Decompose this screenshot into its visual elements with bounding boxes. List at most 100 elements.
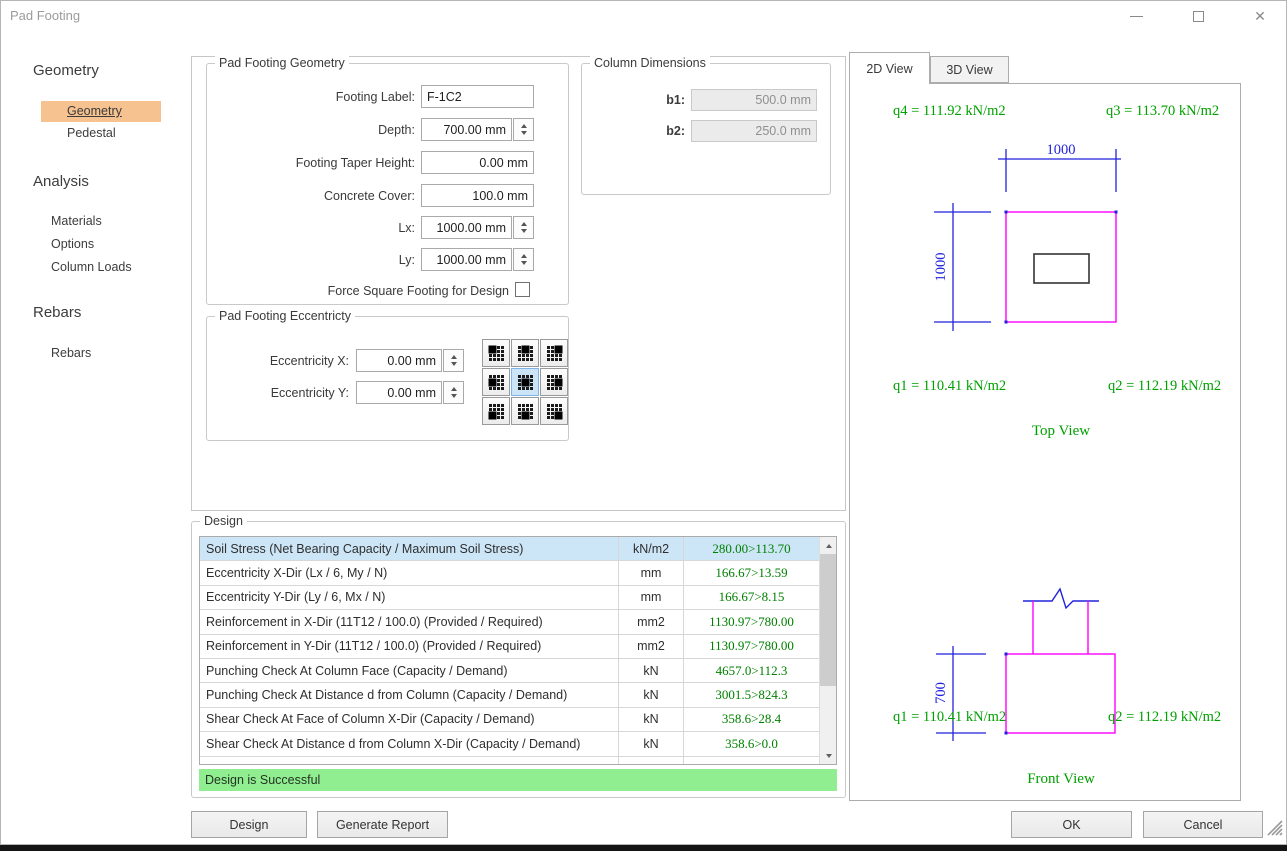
cancel-button[interactable]: Cancel	[1143, 811, 1263, 838]
position-center-button[interactable]	[511, 368, 539, 396]
table-row[interactable]: Eccentricity X-Dir (Lx / 6, My / N) mm 1…	[200, 561, 836, 585]
scrollbar-thumb[interactable]	[820, 554, 837, 686]
design-status-bar: Design is Successful	[199, 769, 837, 791]
depth-stepper[interactable]	[513, 118, 534, 141]
spinner-down-icon	[521, 229, 527, 233]
sidebar-item-column-loads[interactable]: Column Loads	[51, 260, 132, 274]
corner-node	[1115, 211, 1118, 214]
spinner-down-icon	[521, 261, 527, 265]
position-bottom-left-button[interactable]	[482, 397, 510, 425]
eccentricity-y-input[interactable]: 0.00 mm	[356, 381, 442, 404]
b1-input: 500.0 mm	[691, 89, 817, 111]
concrete-cover-label: Concrete Cover:	[206, 189, 415, 203]
table-row[interactable]: Punching Check At Distance d from Column…	[200, 683, 836, 707]
position-bottom-right-button[interactable]	[540, 397, 568, 425]
position-top-center-button[interactable]	[511, 339, 539, 367]
corner-node	[1005, 321, 1008, 324]
table-row[interactable]: Punching Check At Column Face (Capacity …	[200, 659, 836, 683]
sidebar-item-pedestal[interactable]: Pedestal	[67, 126, 116, 140]
table-row[interactable]: Eccentricity Y-Dir (Ly / 6, Mx / N) mm 1…	[200, 586, 836, 610]
position-grid-icon	[517, 345, 534, 362]
eccentricity-x-input[interactable]: 0.00 mm	[356, 349, 442, 372]
sidebar-item-geometry[interactable]: Geometry	[41, 101, 161, 122]
tab-2d-view[interactable]: 2D View	[849, 52, 930, 84]
eccentricity-y-stepper[interactable]	[443, 381, 464, 404]
table-row[interactable]: Shear Check At Distance d from Column X-…	[200, 732, 836, 756]
eccentricity-x-stepper[interactable]	[443, 349, 464, 372]
table-row[interactable]: Shear Check At Face of Column X-Dir (Cap…	[200, 708, 836, 732]
lx-input[interactable]: 1000.00 mm	[421, 216, 512, 239]
position-grid-icon	[546, 345, 563, 362]
position-middle-right-button[interactable]	[540, 368, 568, 396]
screen: Pad Footing ✕ Geometry Geometry Pedestal…	[0, 0, 1287, 851]
position-bottom-center-button[interactable]	[511, 397, 539, 425]
position-grid-icon	[488, 345, 505, 362]
column-outline-top	[1034, 254, 1089, 283]
generate-report-button[interactable]: Generate Report	[317, 811, 448, 838]
position-grid-icon	[488, 374, 505, 391]
top-view-title: Top View	[1032, 423, 1090, 439]
sidebar-item-materials[interactable]: Materials	[51, 214, 102, 228]
position-top-left-button[interactable]	[482, 339, 510, 367]
position-grid-icon	[546, 403, 563, 420]
sidebar-item-label: Geometry	[67, 104, 122, 118]
minimize-button[interactable]	[1113, 1, 1159, 31]
ly-stepper[interactable]	[513, 248, 534, 271]
resize-grip-icon[interactable]	[1266, 819, 1284, 837]
force-square-footing-checkbox[interactable]	[515, 282, 530, 297]
corner-node	[1005, 653, 1008, 656]
spinner-up-icon	[521, 124, 527, 128]
group-title: Pad Footing Geometry	[215, 56, 349, 70]
scrollbar-down-button[interactable]	[820, 747, 837, 764]
2d-view-drawing: q4 = 111.92 kN/m2 q3 = 113.70 kN/m2 1000…	[849, 83, 1239, 799]
status-text: Design is Successful	[205, 773, 320, 787]
dim-depth-label: 700	[933, 682, 949, 704]
sidebar-item-options[interactable]: Options	[51, 237, 94, 251]
eccentricity-x-label: Eccentricity X:	[206, 354, 349, 368]
ok-button[interactable]: OK	[1011, 811, 1132, 838]
footing-outline-front	[1006, 654, 1115, 733]
q1-front-annotation: q1 = 110.41 kN/m2	[893, 709, 1006, 725]
table-row[interactable]: Soil Stress (Net Bearing Capacity / Maxi…	[200, 537, 836, 561]
front-view-title: Front View	[1027, 771, 1095, 787]
spinner-up-icon	[521, 222, 527, 226]
title-bar[interactable]: Pad Footing ✕	[1, 1, 1286, 31]
depth-label: Depth:	[206, 123, 415, 137]
ly-input[interactable]: 1000.00 mm	[421, 248, 512, 271]
depth-input[interactable]: 700.00 mm	[421, 118, 512, 141]
sidebar-item-rebars[interactable]: Rebars	[51, 346, 91, 360]
spinner-up-icon	[451, 387, 457, 391]
footing-label-input[interactable]: F-1C2	[421, 85, 534, 108]
footing-taper-height-label: Footing Taper Height:	[206, 156, 415, 170]
tab-3d-view[interactable]: 3D View	[930, 56, 1009, 83]
position-grid-icon	[546, 374, 563, 391]
spinner-up-icon	[521, 254, 527, 258]
table-scrollbar[interactable]	[819, 537, 836, 764]
position-grid-icon	[517, 403, 534, 420]
spinner-up-icon	[451, 355, 457, 359]
corner-node	[1005, 211, 1008, 214]
position-top-right-button[interactable]	[540, 339, 568, 367]
table-row[interactable]: Reinforcement in X-Dir (11T12 / 100.0) (…	[200, 610, 836, 634]
concrete-cover-input[interactable]: 100.0 mm	[421, 184, 534, 207]
taskbar-strip	[0, 845, 1287, 851]
footing-taper-height-input[interactable]: 0.00 mm	[421, 151, 534, 174]
scrollbar-up-button[interactable]	[820, 537, 837, 554]
design-button[interactable]: Design	[191, 811, 307, 838]
eccentricity-position-grid	[482, 339, 568, 425]
table-row[interactable]: Reinforcement in Y-Dir (11T12 / 100.0) (…	[200, 635, 836, 659]
group-title: Column Dimensions	[590, 56, 710, 70]
lx-stepper[interactable]	[513, 216, 534, 239]
close-button[interactable]: ✕	[1237, 1, 1283, 31]
table-row-partial	[200, 757, 836, 765]
position-middle-left-button[interactable]	[482, 368, 510, 396]
q2-annotation: q2 = 112.19 kN/m2	[1108, 378, 1221, 394]
spinner-down-icon	[521, 131, 527, 135]
scroll-up-icon	[826, 544, 832, 548]
maximize-icon	[1193, 11, 1204, 22]
q3-annotation: q3 = 113.70 kN/m2	[1106, 103, 1219, 119]
window-title: Pad Footing	[10, 8, 80, 23]
eccentricity-y-label: Eccentricity Y:	[206, 386, 349, 400]
scroll-down-icon	[826, 754, 832, 758]
maximize-button[interactable]	[1175, 1, 1221, 31]
